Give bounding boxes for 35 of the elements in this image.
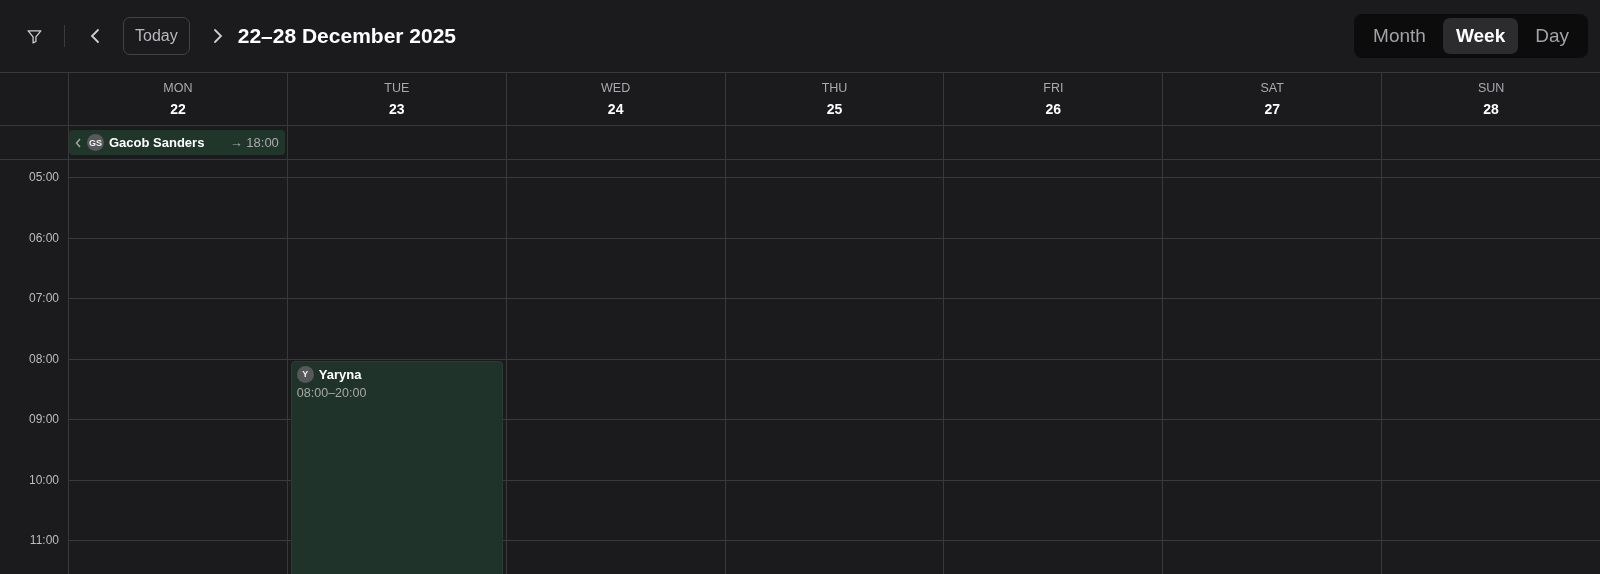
weekday-label: TUE bbox=[384, 81, 410, 95]
date-number: 27 bbox=[1264, 101, 1280, 117]
weekday-label: FRI bbox=[1043, 81, 1064, 95]
event-time: 08:00–20:00 bbox=[296, 385, 368, 400]
weekday-label: MON bbox=[163, 81, 193, 95]
today-button[interactable]: Today bbox=[123, 17, 190, 55]
date-number: 24 bbox=[607, 101, 624, 117]
view-tab[interactable]: Month bbox=[1360, 18, 1439, 54]
weekday-label: WED bbox=[601, 81, 631, 95]
avatar: GS bbox=[87, 134, 104, 151]
view-tab[interactable]: Week bbox=[1442, 18, 1519, 54]
view-tab[interactable]: Day bbox=[1522, 18, 1582, 54]
hour-label: 09:00 bbox=[28, 412, 59, 426]
event-name: Gacob Sanders bbox=[109, 135, 205, 150]
filter-icon[interactable] bbox=[26, 27, 43, 45]
weekday-label: SUN bbox=[1477, 81, 1505, 95]
weekday-label: THU bbox=[821, 81, 848, 95]
date-number: 23 bbox=[389, 101, 405, 117]
event-name: Yaryna bbox=[318, 366, 362, 382]
avatar: Y bbox=[296, 365, 314, 383]
date-range-title: 22–28 December 2025 bbox=[237, 24, 457, 48]
date-number: 25 bbox=[826, 101, 843, 117]
event-end-time: → 18:00 bbox=[229, 135, 279, 150]
hour-label: 06:00 bbox=[28, 230, 59, 245]
hour-label: 05:00 bbox=[28, 170, 59, 184]
date-number: 26 bbox=[1045, 101, 1062, 117]
all-day-event[interactable]: GS Gacob Sanders → 18:00 bbox=[69, 130, 285, 155]
date-number: 22 bbox=[170, 101, 186, 117]
hour-label: 08:00 bbox=[28, 351, 59, 366]
hour-label: 07:00 bbox=[28, 291, 59, 305]
hour-label: 10:00 bbox=[28, 472, 59, 487]
event-block[interactable]: Y Yaryna 08:00–20:00 bbox=[290, 360, 503, 574]
weekday-label: SAT bbox=[1260, 81, 1284, 95]
date-number: 28 bbox=[1483, 101, 1499, 117]
hour-label: 11:00 bbox=[29, 533, 59, 547]
